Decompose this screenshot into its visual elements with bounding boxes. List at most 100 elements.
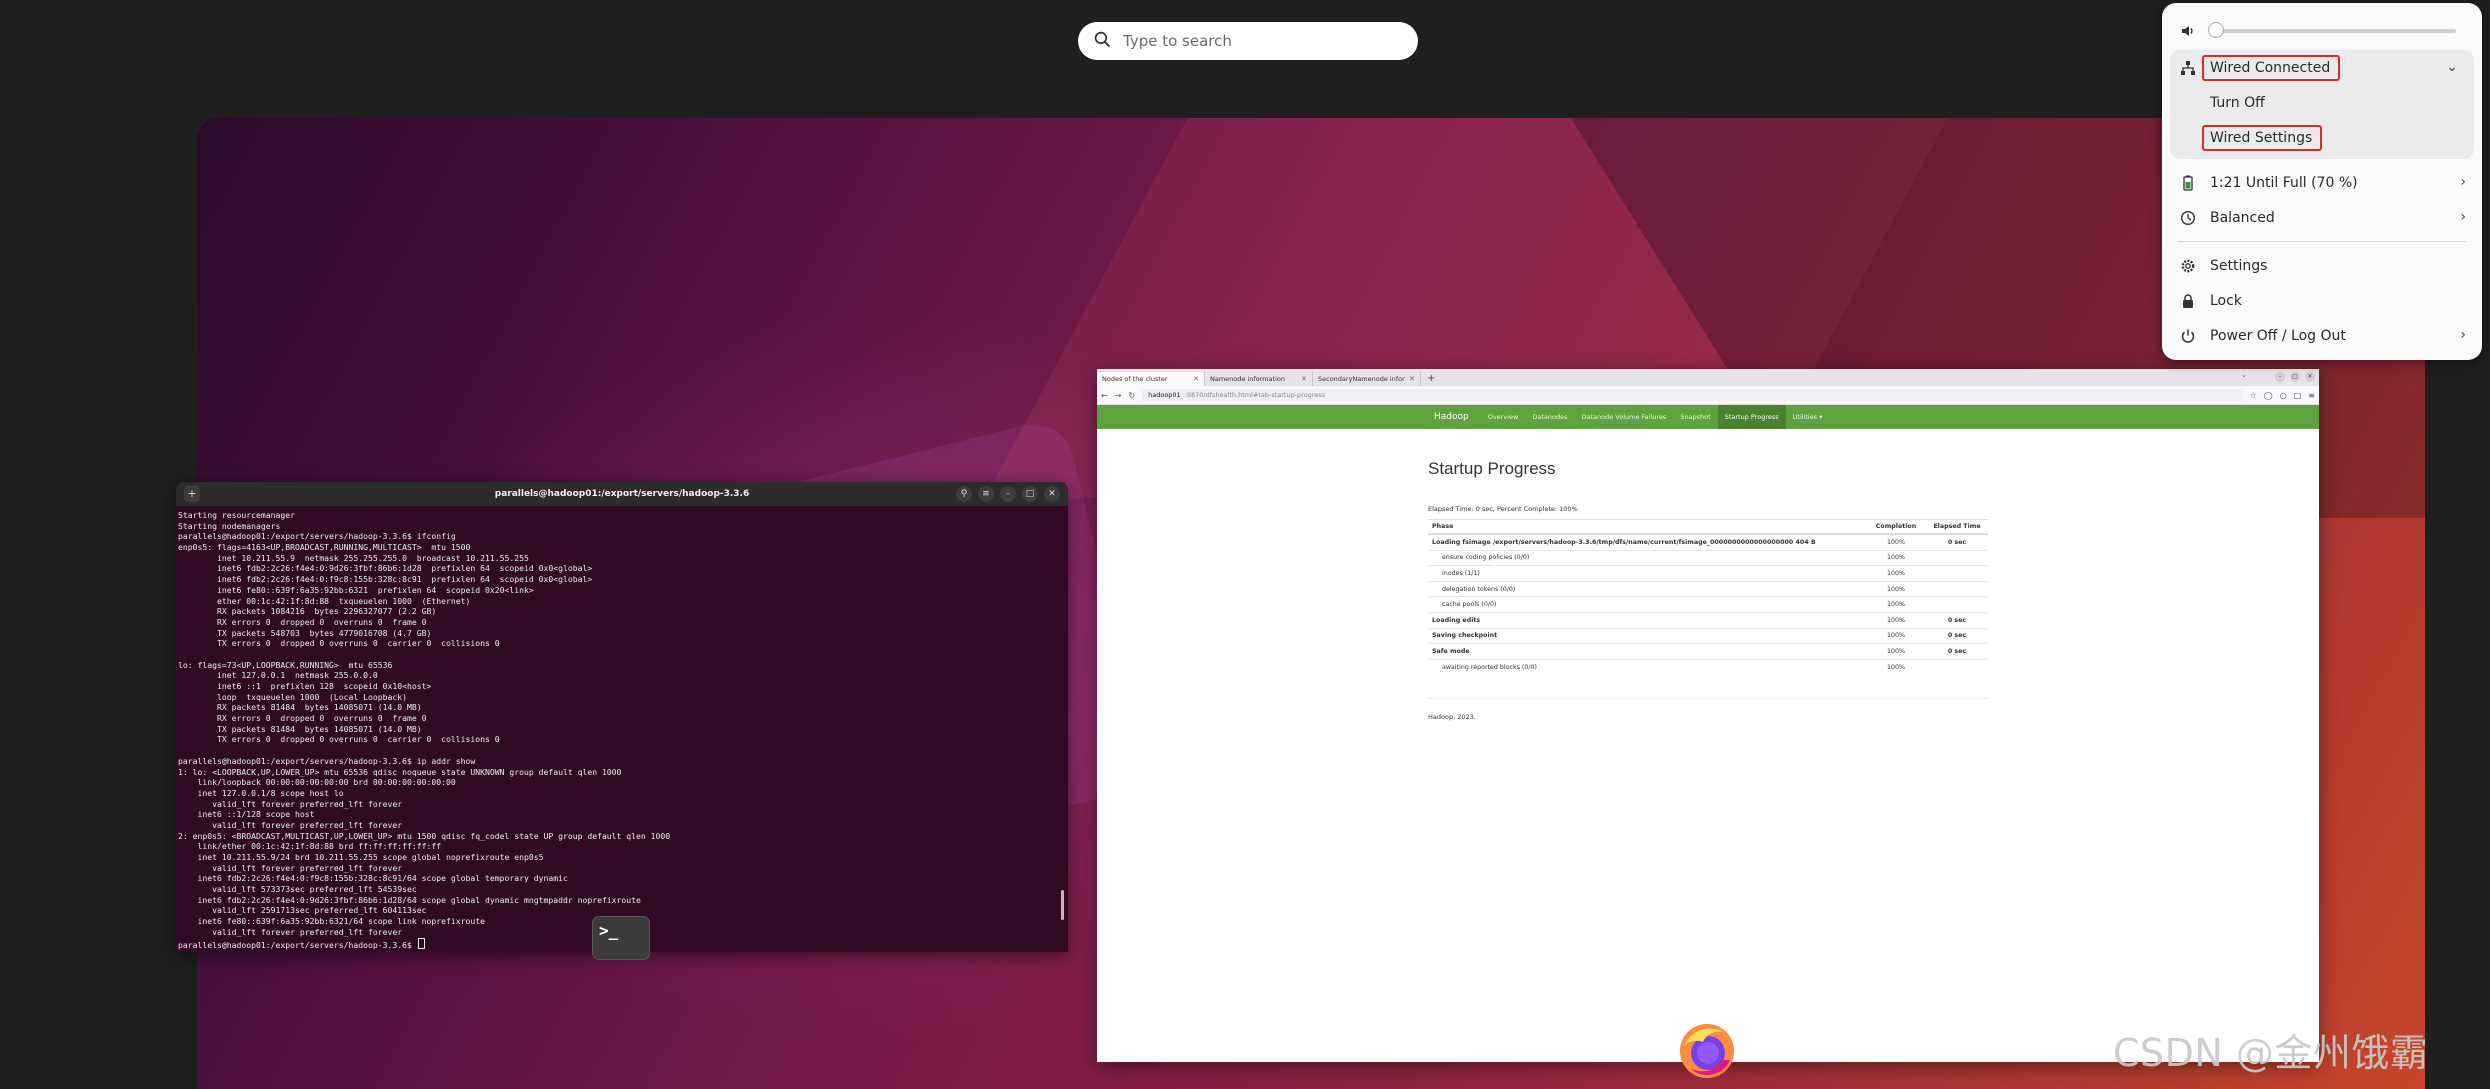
battery-row[interactable]: 1:21 Until Full (70 %) › — [2162, 165, 2482, 200]
search-input[interactable] — [1121, 31, 1418, 51]
browser-tab[interactable]: Nodes of the cluster ✕ — [1097, 372, 1205, 386]
tab-label: Namenode information — [1210, 375, 1285, 383]
terminal-line: inet6 fdb2:2c26:f4e4:0:9d26:3fbf:86b6:1d… — [178, 563, 593, 574]
nav-startup-progress[interactable]: Startup Progress — [1717, 405, 1786, 429]
terminal-output[interactable]: Starting resourcemanager Starting nodeman… — [176, 506, 1068, 950]
minimize-icon[interactable]: – — [1000, 486, 1016, 502]
terminal-app-icon[interactable]: >_ — [592, 916, 650, 960]
terminal-line: enp0s5: flags=4163<UP,BROADCAST,RUNNING,… — [178, 542, 471, 553]
lock-label: Lock — [2210, 292, 2242, 309]
shield-icon[interactable]: ◯ — [2264, 391, 2273, 400]
terminal-line: RX errors 0 dropped 0 overruns 0 frame 0 — [178, 713, 427, 724]
chevron-right-icon[interactable]: › — [2460, 327, 2466, 343]
browser-tab[interactable]: SecondaryNamenode infor ✕ — [1313, 372, 1421, 386]
phase-cell: cache pools (0/0) — [1428, 596, 1866, 613]
nav-snapshot[interactable]: Snapshot — [1673, 405, 1717, 429]
menu-icon[interactable]: ≡ — [978, 486, 994, 502]
settings-item[interactable]: Settings — [2162, 248, 2482, 283]
close-tab-icon[interactable]: ✕ — [1193, 375, 1199, 383]
lock-icon — [2180, 293, 2196, 309]
terminal-line: 2: enp0s5: <BROADCAST,MULTICAST,UP,LOWER… — [178, 830, 671, 841]
terminal-line: lo: flags=73<UP,LOOPBACK,RUNNING> mtu 65… — [178, 659, 393, 670]
extensions-icon[interactable]: □ — [2294, 391, 2302, 400]
close-tab-icon[interactable]: ✕ — [1301, 375, 1307, 383]
bookmark-star-icon[interactable]: ☆ — [2250, 391, 2257, 400]
firefox-window[interactable]: Nodes of the cluster ✕ Namenode informati… — [1097, 369, 2319, 1062]
reload-icon[interactable]: ↻ — [1128, 391, 1135, 400]
tab-label: SecondaryNamenode infor — [1318, 375, 1405, 383]
nav-volume-failures[interactable]: Datanode Volume Failures — [1574, 405, 1673, 429]
chevron-down-icon[interactable]: ⌄ — [2241, 371, 2247, 379]
elapsed-cell — [1926, 565, 1988, 582]
network-toggle[interactable]: Wired Connected ⌄ — [2170, 50, 2474, 85]
volume-slider-handle[interactable] — [2208, 21, 2224, 38]
account-icon[interactable]: ○ — [2280, 391, 2287, 400]
table-row: inodes (1/1) 100% — [1428, 565, 1988, 582]
terminal-scrollbar[interactable] — [1061, 890, 1064, 920]
col-completion: Completion — [1866, 519, 1926, 535]
close-tab-icon[interactable]: ✕ — [1409, 375, 1415, 383]
wired-settings-item[interactable]: Wired Settings — [2170, 120, 2474, 155]
url-bar[interactable]: hadoop01:9870/dfshealth.html#tab-startup… — [1142, 389, 2243, 401]
network-status-label: Wired Connected — [2202, 54, 2341, 81]
completion-cell: 100% — [1866, 596, 1926, 613]
terminal-line: inet 127.0.0.1/8 scope host lo — [178, 787, 344, 798]
new-tab-icon[interactable]: + — [1427, 372, 1435, 386]
search-icon[interactable]: ⚲ — [956, 486, 972, 502]
new-tab-icon[interactable]: + — [184, 486, 200, 502]
nav-overview[interactable]: Overview — [1481, 405, 1526, 429]
terminal-line: Starting resourcemanager — [178, 510, 295, 520]
turn-off-item[interactable]: Turn Off — [2170, 85, 2474, 120]
navigation-bar: ← → ↻ hadoop01:9870/dfshealth.html#tab-s… — [1097, 386, 2319, 405]
terminal-window[interactable]: + parallels@hadoop01:/export/servers/had… — [176, 482, 1068, 952]
chevron-right-icon[interactable]: › — [2460, 174, 2466, 190]
forward-icon[interactable]: → — [1115, 391, 1122, 400]
terminal-line: Starting nodemanagers — [178, 520, 281, 531]
maximize-icon[interactable]: □ — [2290, 372, 2300, 382]
close-icon[interactable]: ✕ — [2305, 372, 2315, 382]
search-bar[interactable] — [1078, 22, 1418, 60]
phase-cell: awaiting reported blocks (0/0) — [1428, 658, 1866, 675]
text-cursor — [417, 937, 425, 949]
chevron-right-icon[interactable]: › — [2460, 209, 2466, 225]
volume-row[interactable] — [2162, 13, 2482, 48]
terminal-titlebar[interactable]: + parallels@hadoop01:/export/servers/had… — [176, 482, 1068, 506]
completion-cell: 100% — [1866, 549, 1926, 566]
firefox-app-icon[interactable] — [1676, 1020, 1738, 1082]
lock-item[interactable]: Lock — [2162, 283, 2482, 318]
elapsed-summary: Elapsed Time: 0 sec, Percent Complete: 1… — [1428, 505, 1578, 513]
tab-strip: Nodes of the cluster ✕ Namenode informati… — [1097, 369, 2319, 386]
terminal-line: inet6 ::1/128 scope host — [178, 809, 315, 820]
terminal-line: loop txqueuelen 1000 (Local Loopback) — [178, 691, 408, 702]
terminal-line: link/loopback 00:00:00:00:00:00 brd 00:0… — [178, 777, 456, 788]
nav-utilities[interactable]: Utilities ▾ — [1786, 405, 1830, 429]
table-row: Saving checkpoint 100% 0 sec — [1428, 627, 1988, 644]
elapsed-cell: 0 sec — [1926, 627, 1988, 644]
terminal-line: valid_lft 573373sec preferred_lft 54539s… — [178, 884, 417, 895]
elapsed-cell — [1926, 549, 1988, 566]
power-mode-row[interactable]: Balanced › — [2162, 200, 2482, 235]
power-item[interactable]: Power Off / Log Out › — [2162, 318, 2482, 353]
menu-icon[interactable]: ≡ — [2308, 391, 2315, 400]
volume-slider[interactable] — [2208, 21, 2456, 38]
terminal-line: valid_lft forever preferred_lft forever — [178, 798, 403, 809]
terminal-line: RX packets 81484 bytes 14085071 (14.0 MB… — [178, 702, 422, 713]
minimize-icon[interactable]: – — [2275, 372, 2285, 382]
table-row: awaiting reported blocks (0/0) 100% — [1428, 658, 1988, 675]
nav-datanodes[interactable]: Datanodes — [1525, 405, 1574, 429]
terminal-line: valid_lft forever preferred_lft forever — [178, 862, 403, 873]
col-phase: Phase — [1428, 519, 1866, 535]
hadoop-brand[interactable]: Hadoop — [1427, 405, 1481, 429]
terminal-line: inet6 fe80::639f:6a35:92bb:6321 prefixle… — [178, 584, 534, 595]
power-mode-label: Balanced — [2210, 209, 2275, 226]
close-icon[interactable]: ✕ — [1044, 486, 1060, 502]
chevron-up-icon[interactable]: ⌄ — [2446, 59, 2458, 75]
power-icon — [2180, 328, 2196, 344]
menu-separator — [2178, 241, 2466, 242]
browser-tab[interactable]: Namenode information ✕ — [1205, 372, 1313, 386]
terminal-line: inet6 fdb2:2c26:f4e4:0:f9c8:155b:328c:8c… — [178, 873, 568, 884]
tab-label: Nodes of the cluster — [1102, 375, 1168, 383]
elapsed-cell: 0 sec — [1926, 533, 1988, 551]
back-icon[interactable]: ← — [1101, 391, 1108, 400]
maximize-icon[interactable]: □ — [1022, 486, 1038, 502]
